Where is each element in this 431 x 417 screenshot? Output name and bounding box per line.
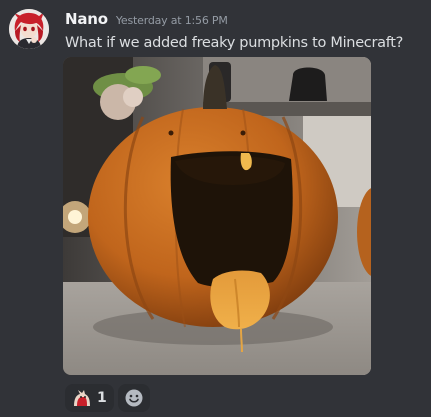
reaction-count: 1 <box>97 390 107 406</box>
avatar-icon <box>9 9 49 49</box>
reactions-bar: 1 <box>65 384 150 412</box>
username[interactable]: Nano <box>65 10 108 28</box>
cat-emoji-icon <box>74 390 90 406</box>
message-header: Nano Yesterday at 1:56 PM <box>65 10 228 28</box>
message-text: What if we added freaky pumpkins to Mine… <box>65 35 404 51</box>
add-reaction-button[interactable] <box>117 384 150 412</box>
reaction-button[interactable]: 1 <box>65 384 114 412</box>
pumpkin-photo <box>63 57 371 375</box>
smiley-icon <box>125 389 143 407</box>
chat-message: Nano Yesterday at 1:56 PM What if we add… <box>0 0 431 417</box>
avatar[interactable] <box>9 9 49 49</box>
image-attachment[interactable] <box>63 57 371 375</box>
timestamp[interactable]: Yesterday at 1:56 PM <box>116 14 228 27</box>
